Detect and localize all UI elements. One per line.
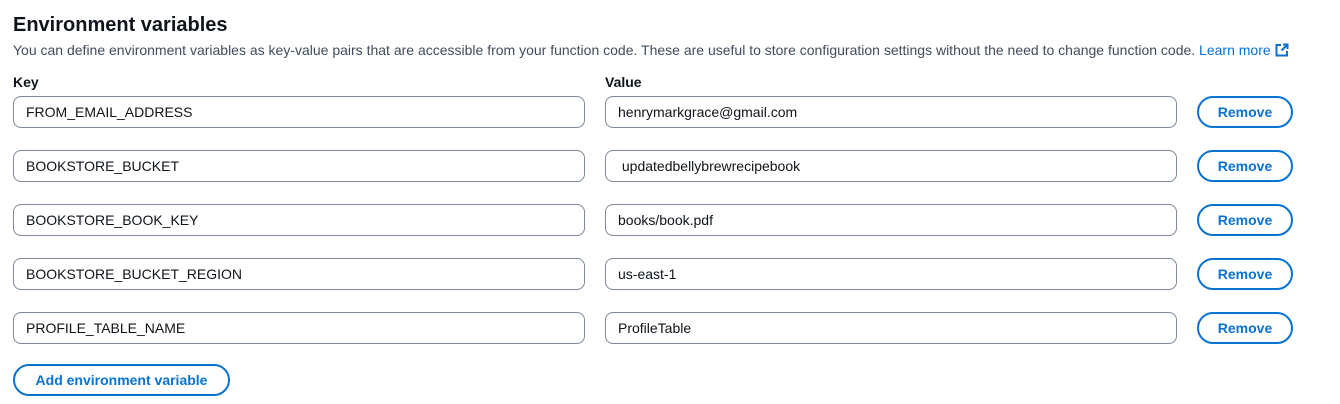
value-input[interactable] bbox=[605, 204, 1177, 236]
env-var-row: Remove bbox=[13, 204, 1295, 238]
value-input[interactable] bbox=[605, 258, 1177, 290]
key-input[interactable] bbox=[13, 150, 585, 182]
value-input[interactable] bbox=[605, 150, 1177, 182]
description-text: You can define environment variables as … bbox=[13, 42, 1196, 58]
env-var-row: Remove bbox=[13, 96, 1295, 130]
key-input[interactable] bbox=[13, 204, 585, 236]
value-input[interactable] bbox=[605, 312, 1177, 344]
key-input[interactable] bbox=[13, 96, 585, 128]
remove-button[interactable]: Remove bbox=[1197, 150, 1293, 182]
value-column-label: Value bbox=[605, 74, 642, 90]
add-environment-variable-button[interactable]: Add environment variable bbox=[13, 364, 230, 396]
remove-button[interactable]: Remove bbox=[1197, 258, 1293, 290]
env-var-row: Remove bbox=[13, 312, 1295, 346]
section-title: Environment variables bbox=[13, 14, 228, 36]
learn-more-label: Learn more bbox=[1199, 42, 1271, 58]
env-var-row: Remove bbox=[13, 258, 1295, 292]
external-link-icon bbox=[1275, 43, 1289, 61]
remove-button[interactable]: Remove bbox=[1197, 96, 1293, 128]
learn-more-link[interactable]: Learn more bbox=[1199, 42, 1289, 58]
value-input[interactable] bbox=[605, 96, 1177, 128]
env-var-row: Remove bbox=[13, 150, 1295, 184]
key-column-label: Key bbox=[13, 74, 39, 90]
remove-button[interactable]: Remove bbox=[1197, 312, 1293, 344]
key-input[interactable] bbox=[13, 312, 585, 344]
section-description: You can define environment variables as … bbox=[13, 41, 1289, 61]
key-input[interactable] bbox=[13, 258, 585, 290]
remove-button[interactable]: Remove bbox=[1197, 204, 1293, 236]
